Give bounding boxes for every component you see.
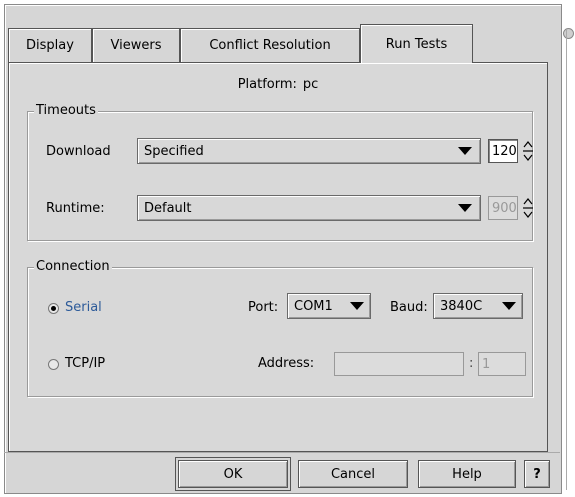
connection-group: Connection Serial Port: COM1 Baud: 3840C… [27,259,533,397]
tab-conflict-resolution-label: Conflict Resolution [209,38,331,53]
help-button[interactable]: Help [418,460,516,488]
address-port-separator: : [469,356,474,371]
context-help-label: ? [533,466,541,482]
download-timeout-value: 120 [492,143,517,159]
timeouts-group: Timeouts Download Specified 120 Runtime:… [27,103,535,241]
platform-value: pc [302,77,319,92]
baud-label: Baud: [390,300,428,315]
tab-bar: Display Viewers Conflict Resolution Run … [8,24,548,63]
runtime-timeout-value: 900 [492,200,517,216]
download-mode-select[interactable]: Specified [137,138,481,164]
tab-run-tests[interactable]: Run Tests [360,24,473,63]
runtime-mode-value: Default [144,200,192,216]
download-timeout-field[interactable]: 120 [488,139,518,163]
tcpip-radio[interactable] [48,359,59,370]
tab-viewers[interactable]: Viewers [92,28,180,62]
ok-button-label: OK [223,466,243,482]
spinner-arrows-icon[interactable] [521,197,535,219]
platform-label: Platform: [237,77,297,92]
download-label: Download [46,144,111,159]
serial-radio[interactable] [48,303,59,314]
help-button-label: Help [452,466,482,482]
port-select[interactable]: COM1 [287,293,371,319]
context-help-button[interactable]: ? [524,460,550,488]
chevron-down-icon [502,302,516,310]
chevron-down-icon [350,302,364,310]
tab-display[interactable]: Display [8,28,92,62]
cancel-button[interactable]: Cancel [298,460,408,488]
connection-title: Connection [34,259,112,274]
port-value: COM1 [294,298,333,314]
runtime-label: Runtime: [46,201,105,216]
address-field[interactable] [334,352,464,376]
resize-knob-icon[interactable] [563,28,574,39]
ok-button[interactable]: OK [175,457,291,491]
run-tests-panel: Platform: pc Timeouts Download Specified … [8,62,548,452]
download-mode-value: Specified [144,143,204,159]
button-bar-divider [4,452,560,453]
window-edge [566,30,567,490]
runtime-mode-select[interactable]: Default [137,195,481,221]
address-port-value: 1 [482,356,491,372]
cancel-button-label: Cancel [330,466,376,482]
tab-conflict-resolution[interactable]: Conflict Resolution [180,28,360,62]
tcpip-radio-label[interactable]: TCP/IP [65,356,105,371]
tab-display-label: Display [26,38,74,53]
runtime-timeout-field[interactable]: 900 [488,196,518,220]
spinner-arrows-icon[interactable] [521,140,535,162]
baud-value: 3840C [440,298,483,314]
serial-radio-label[interactable]: Serial [65,300,102,315]
address-label: Address: [258,356,315,371]
chevron-down-icon [458,204,472,212]
platform-line: Platform: pc [9,77,547,92]
port-label: Port: [248,300,279,315]
chevron-down-icon [458,147,472,155]
tab-run-tests-label: Run Tests [385,36,448,52]
address-port-field[interactable]: 1 [478,352,526,376]
tab-viewers-label: Viewers [110,38,162,53]
timeouts-title: Timeouts [34,103,98,118]
baud-select[interactable]: 3840C [433,293,523,319]
